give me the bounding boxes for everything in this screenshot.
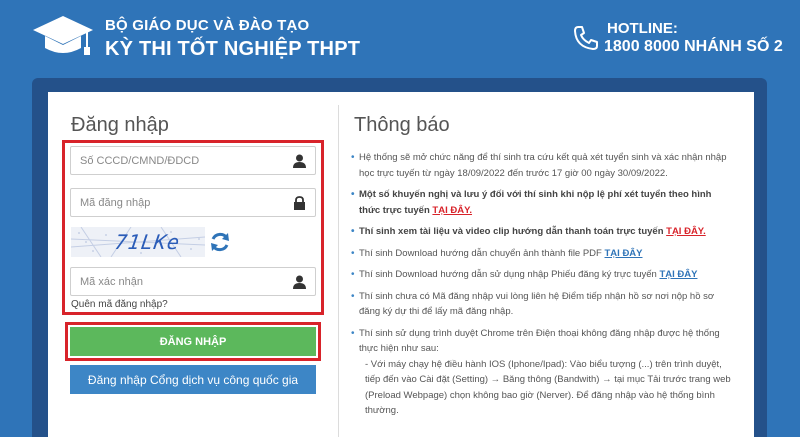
graduation-cap-icon — [33, 16, 93, 55]
id-number-field[interactable] — [70, 146, 316, 175]
notice-item: Thí sinh Download hướng dẫn chuyển ảnh t… — [350, 246, 735, 262]
notice-item: Thí sinh xem tài liệu và video clip hướn… — [350, 224, 735, 240]
login-code-field[interactable] — [70, 188, 316, 217]
hotline-label: HOTLINE: — [607, 20, 678, 37]
notice-link[interactable]: TẠI ĐÂY — [605, 248, 643, 259]
notice-link[interactable]: TẠI ĐÂY. — [666, 226, 706, 237]
page-header: BỘ GIÁO DỤC VÀ ĐÀO TẠO KỲ THI TỐT NGHIỆP… — [0, 0, 800, 78]
user-icon — [293, 154, 306, 168]
notice-link[interactable]: TẠI ĐÂY. — [432, 205, 472, 216]
notice-list: Hệ thống sẽ mở chức năng để thí sinh tra… — [350, 150, 735, 425]
login-title: Đăng nhập — [71, 114, 169, 136]
notice-item: Thí sinh sử dụng trình duyệt Chrome trên… — [350, 326, 735, 419]
refresh-icon[interactable] — [208, 230, 232, 254]
notice-subitem: - Với máy chạy hệ điều hành IOS (Iphone/… — [365, 358, 731, 417]
login-button[interactable]: ĐĂNG NHẬP — [70, 327, 316, 356]
login-code-input[interactable] — [71, 189, 281, 216]
notice-item: Hệ thống sẽ mở chức năng để thí sinh tra… — [350, 150, 735, 181]
id-number-input[interactable] — [71, 147, 281, 174]
notice-item: Một số khuyến nghị và lưu ý đối với thí … — [350, 187, 735, 218]
notice-link[interactable]: TẠI ĐÂY — [659, 269, 697, 280]
user-icon — [293, 275, 306, 289]
exam-name: KỲ THI TỐT NGHIỆP THPT — [105, 38, 361, 60]
phone-icon — [574, 26, 598, 50]
captcha-image: 71LKe — [71, 227, 205, 257]
org-name: BỘ GIÁO DỤC VÀ ĐÀO TẠO — [105, 17, 310, 34]
notice-item: Thí sinh Download hướng dẫn sử dụng nhập… — [350, 267, 735, 283]
verify-code-field[interactable] — [70, 267, 316, 296]
verify-code-input[interactable] — [71, 268, 281, 295]
hotline-number: 1800 8000 NHÁNH SỐ 2 — [604, 38, 783, 55]
forgot-code-link[interactable]: Quên mã đăng nhập? — [71, 299, 168, 310]
national-portal-login-button[interactable]: Đăng nhập Cổng dịch vụ công quốc gia — [70, 365, 316, 394]
column-divider — [338, 105, 339, 437]
lock-icon — [294, 196, 305, 210]
notice-title: Thông báo — [354, 114, 450, 136]
notice-item: Thí sinh chưa có Mã đăng nhập vui lòng l… — [350, 289, 735, 320]
captcha-text: 71LKe — [113, 230, 182, 254]
